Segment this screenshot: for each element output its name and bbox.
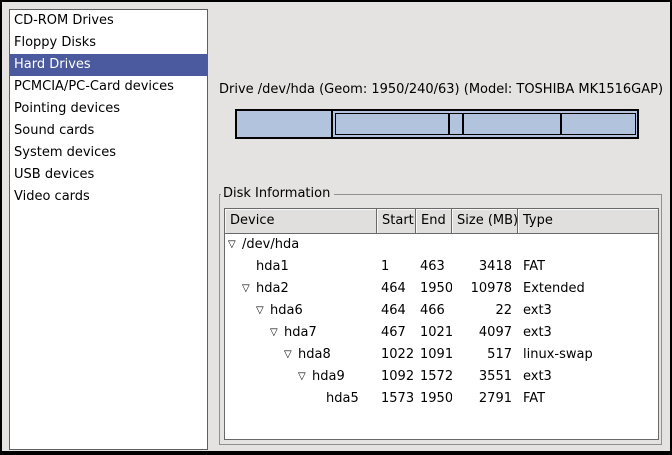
sidebar-item-usb-devices[interactable]: USB devices: [10, 164, 207, 186]
disk-information-frame: Disk Information Device Start End Size (…: [219, 194, 662, 445]
end-cell: 1950: [416, 388, 452, 410]
device-label: hda9: [312, 366, 345, 388]
expander-icon[interactable]: ▽: [298, 366, 312, 388]
start-cell: 1573: [377, 388, 416, 410]
size-cell: 517: [452, 344, 518, 366]
disk-table-header: Device Start End Size (MB) Type: [225, 209, 658, 234]
size-cell: [452, 234, 518, 256]
size-cell: 3418: [452, 256, 518, 278]
sidebar-item-hard-drives[interactable]: Hard Drives: [10, 54, 207, 76]
type-cell: Extended: [518, 278, 658, 300]
device-label: /dev/hda: [242, 234, 299, 256]
partition-bar: [235, 109, 639, 139]
table-row-hda7[interactable]: ▽ hda7 467 1021 4097 ext3: [225, 322, 658, 344]
drive-title: Drive /dev/hda (Geom: 1950/240/63) (Mode…: [219, 82, 662, 97]
device-label: hda2: [256, 278, 289, 300]
sidebar-item-cdrom-drives[interactable]: CD-ROM Drives: [10, 10, 207, 32]
table-row-hda6[interactable]: ▽ hda6 464 466 22 ext3: [225, 300, 658, 322]
disk-table-body: ▽ /dev/hda hda1 1 463 34: [225, 234, 658, 410]
device-category-list: CD-ROM Drives Floppy Disks Hard Drives P…: [9, 9, 208, 450]
end-cell: [416, 234, 452, 256]
end-cell: 1021: [416, 322, 452, 344]
size-cell: 2791: [452, 388, 518, 410]
partition-segment-hda2-extended: [335, 113, 636, 135]
type-cell: ext3: [518, 322, 658, 344]
type-cell: ext3: [518, 300, 658, 322]
start-cell: 1092: [377, 366, 416, 388]
start-cell: 464: [377, 300, 416, 322]
type-cell: ext3: [518, 366, 658, 388]
table-row-hda5[interactable]: hda5 1573 1950 2791 FAT: [225, 388, 658, 410]
column-header-start[interactable]: Start: [377, 209, 416, 234]
end-cell: 1950: [416, 278, 452, 300]
hardware-browser-window: CD-ROM Drives Floppy Disks Hard Drives P…: [0, 0, 672, 455]
size-cell: 22: [452, 300, 518, 322]
sidebar-item-system-devices[interactable]: System devices: [10, 142, 207, 164]
disk-table: Device Start End Size (MB) Type ▽ /dev/h…: [224, 208, 659, 440]
start-cell: [377, 234, 416, 256]
device-label: hda6: [270, 300, 303, 322]
expander-icon[interactable]: ▽: [284, 344, 298, 366]
partition-divider-hda7-hda8: [448, 114, 450, 134]
column-header-device[interactable]: Device: [225, 209, 377, 234]
column-header-size[interactable]: Size (MB): [452, 209, 518, 234]
type-cell: linux-swap: [518, 344, 658, 366]
sidebar-item-pcmcia-devices[interactable]: PCMCIA/PC-Card devices: [10, 76, 207, 98]
device-label: hda5: [326, 388, 359, 410]
table-row-hda8[interactable]: ▽ hda8 1022 1091 517 linux-swap: [225, 344, 658, 366]
start-cell: 1: [377, 256, 416, 278]
device-label: hda8: [298, 344, 331, 366]
expander-icon[interactable]: ▽: [256, 300, 270, 322]
partition-divider-hda9-hda5: [560, 114, 562, 134]
size-cell: 4097: [452, 322, 518, 344]
device-label: hda1: [256, 256, 289, 278]
disk-information-label: Disk Information: [221, 186, 334, 201]
table-row-hda1[interactable]: hda1 1 463 3418 FAT: [225, 256, 658, 278]
start-cell: 464: [377, 278, 416, 300]
type-cell: FAT: [518, 388, 658, 410]
column-header-end[interactable]: End: [416, 209, 452, 234]
expander-icon[interactable]: ▽: [270, 322, 284, 344]
sidebar-item-pointing-devices[interactable]: Pointing devices: [10, 98, 207, 120]
partition-divider-hda8-hda9: [462, 114, 464, 134]
expander-icon[interactable]: ▽: [242, 278, 256, 300]
end-cell: 466: [416, 300, 452, 322]
end-cell: 1572: [416, 366, 452, 388]
start-cell: 1022: [377, 344, 416, 366]
end-cell: 463: [416, 256, 452, 278]
sidebar-item-floppy-disks[interactable]: Floppy Disks: [10, 32, 207, 54]
size-cell: 10978: [452, 278, 518, 300]
type-cell: [518, 234, 658, 256]
end-cell: 1091: [416, 344, 452, 366]
column-header-type[interactable]: Type: [518, 209, 658, 234]
type-cell: FAT: [518, 256, 658, 278]
partition-segment-hda1: [237, 111, 333, 137]
device-label: hda7: [284, 322, 317, 344]
table-row-hda2[interactable]: ▽ hda2 464 1950 10978 Extended: [225, 278, 658, 300]
table-row-dev-hda[interactable]: ▽ /dev/hda: [225, 234, 658, 256]
size-cell: 3551: [452, 366, 518, 388]
sidebar-item-video-cards[interactable]: Video cards: [10, 186, 207, 208]
sidebar-item-sound-cards[interactable]: Sound cards: [10, 120, 207, 142]
table-row-hda9[interactable]: ▽ hda9 1092 1572 3551 ext3: [225, 366, 658, 388]
start-cell: 467: [377, 322, 416, 344]
expander-icon[interactable]: ▽: [228, 234, 242, 256]
